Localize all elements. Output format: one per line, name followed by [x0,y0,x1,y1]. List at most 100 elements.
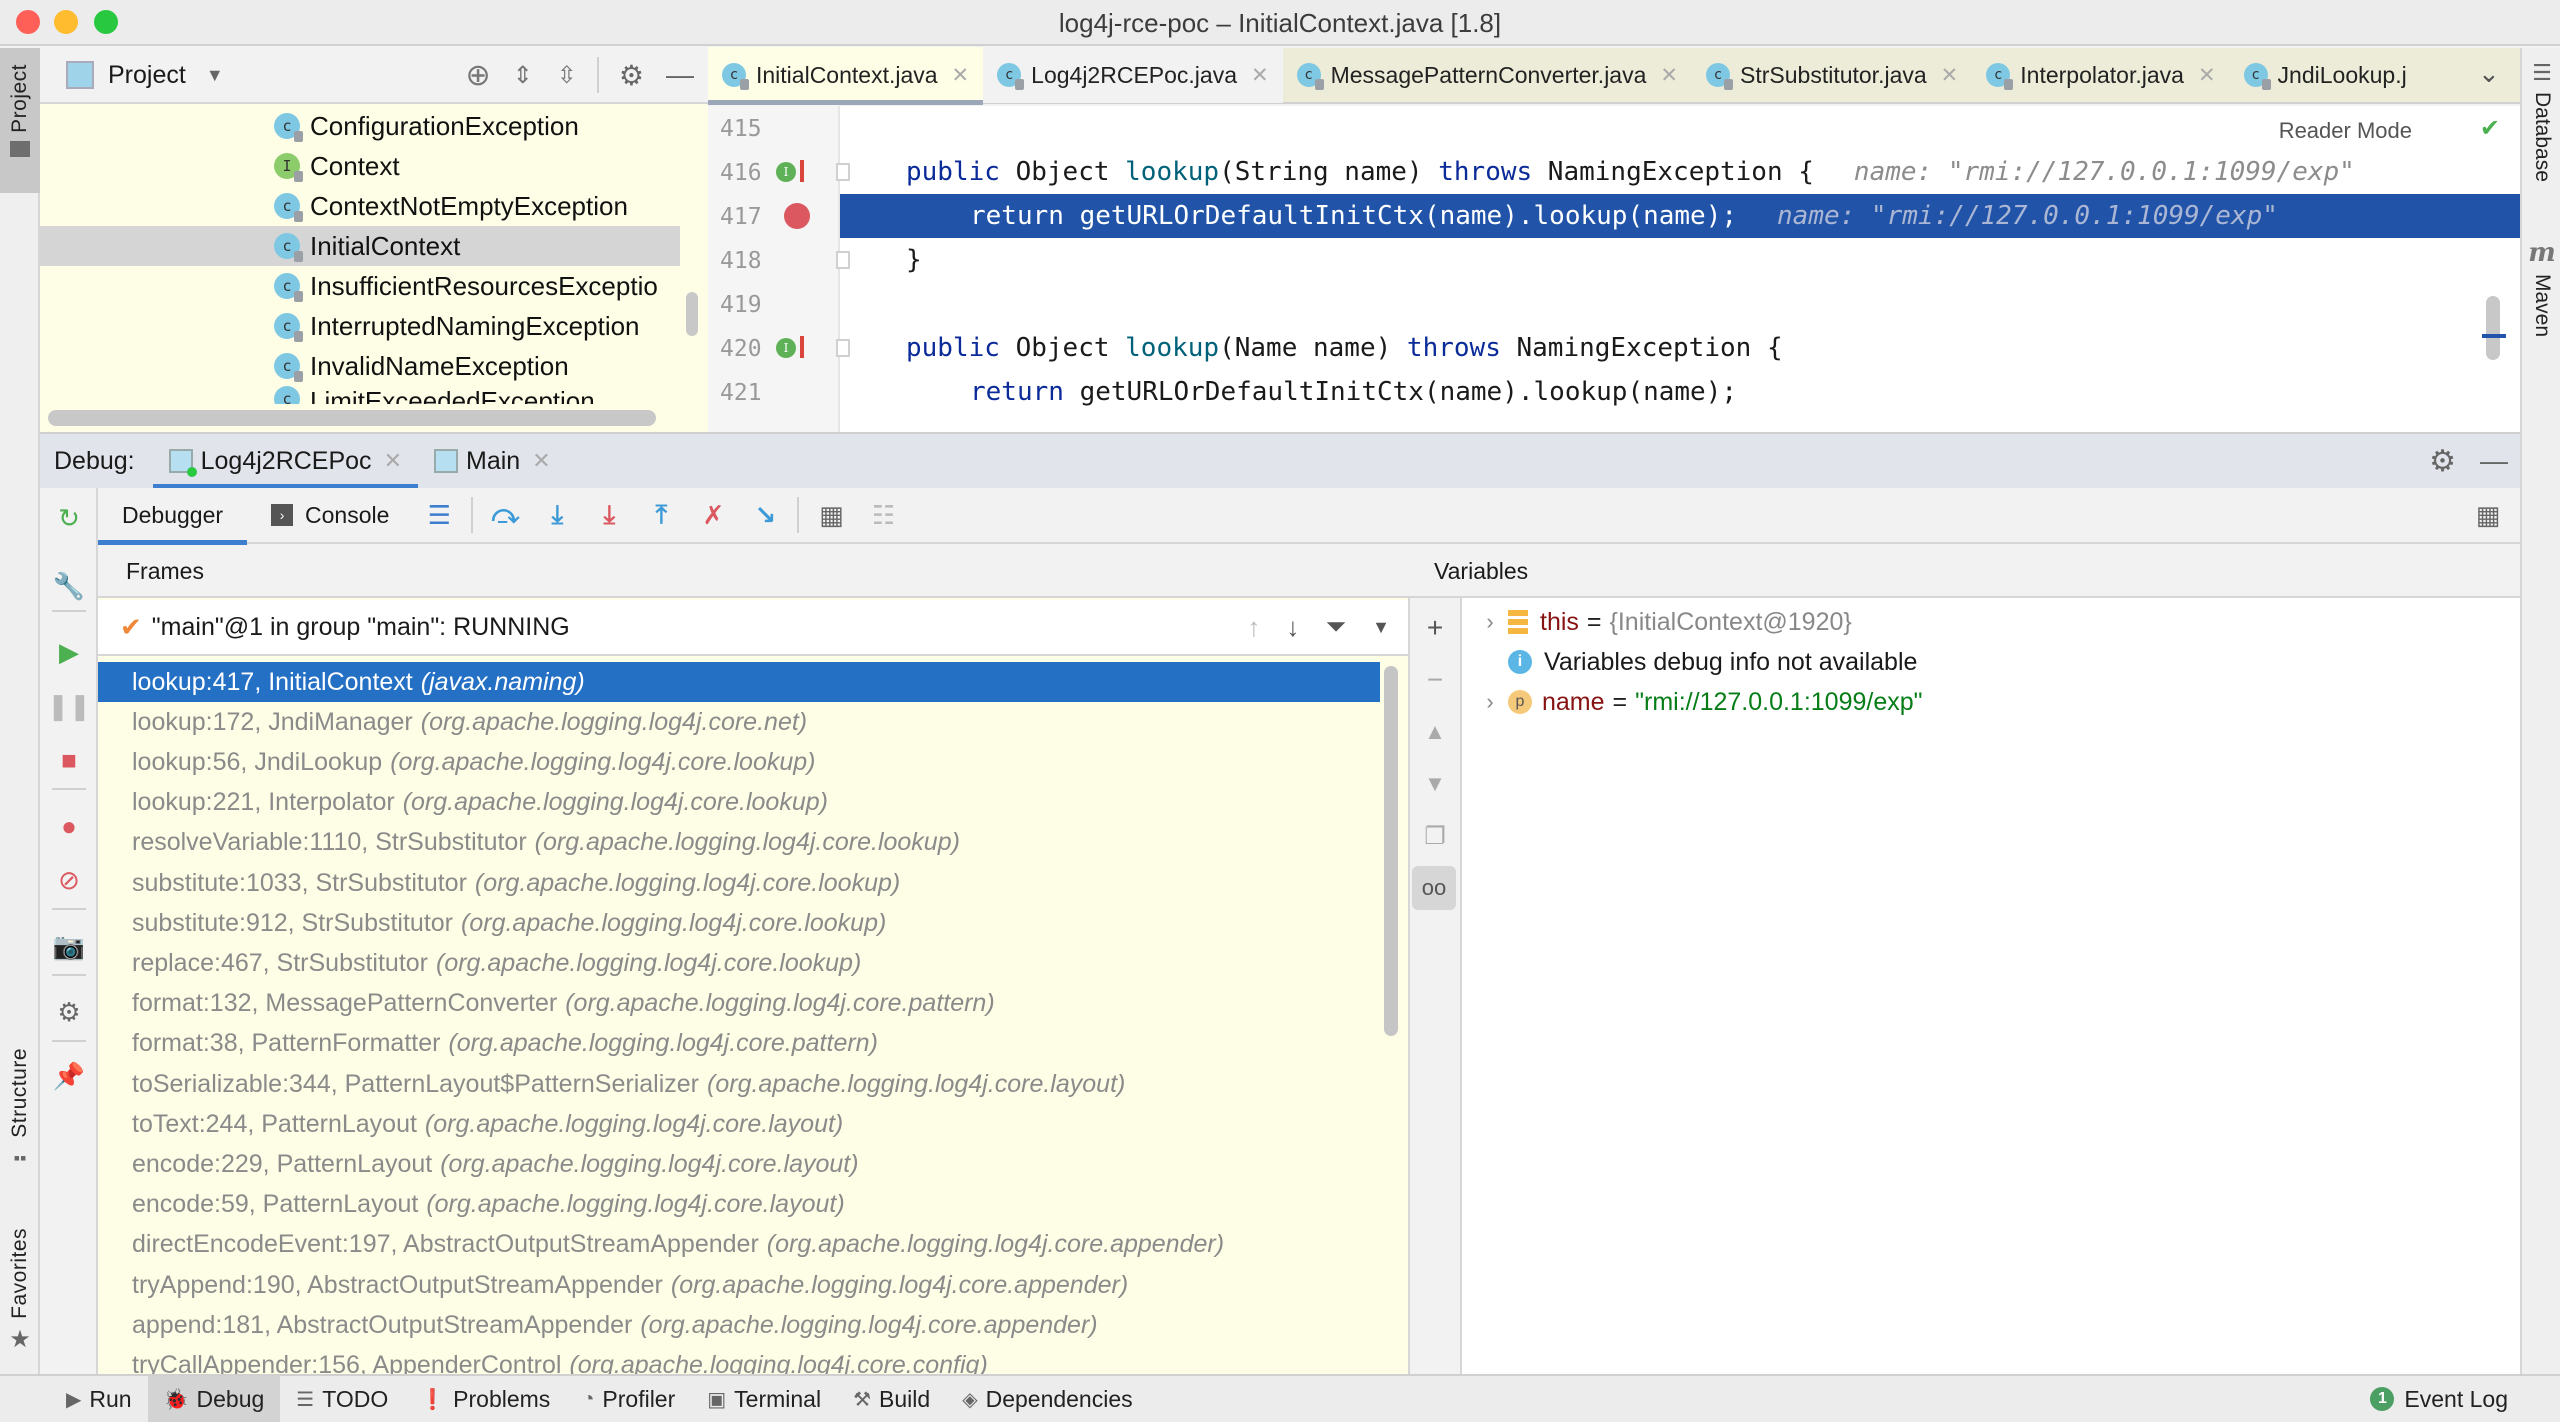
evaluate-expression-icon[interactable]: ▦ [805,487,857,543]
move-up-icon[interactable]: ▲ [1410,710,1460,754]
layout-settings-icon[interactable]: ▦ [2462,487,2514,543]
tree-item[interactable]: c InsufficientResourcesExceptio [40,266,680,306]
filter-icon[interactable]: ⏷ [1325,611,1346,643]
close-tab-icon[interactable]: ✕ [1251,63,1269,88]
more-tabs-chevron-icon[interactable]: ⌄ [2478,58,2500,89]
stack-frame[interactable]: substitute:912, StrSubstitutor (org.apach… [98,903,1380,943]
stack-frame[interactable]: toSerializable:344, PatternLayout$Patter… [98,1064,1380,1104]
tool-window-structure[interactable]: Structure ▪▪ [0,1048,40,1228]
stack-frame[interactable]: lookup:172, JndiManager (org.apache.loggi… [98,702,1380,742]
stack-frame[interactable]: lookup:417, InitialContext (javax.naming) [98,662,1380,702]
inspection-ok-icon[interactable]: ✔ [2480,114,2500,143]
code-line[interactable]: public Object lookup (String name) throws… [840,150,2520,194]
code-line[interactable]: } [840,238,2520,282]
tree-item[interactable]: c InterruptedNamingException [40,306,680,346]
breakpoint-icon[interactable] [784,203,810,229]
remove-watch-icon[interactable]: − [1410,658,1460,702]
tool-window-run[interactable]: ▶ Run [50,1376,148,1422]
locate-icon[interactable]: ⊕ [466,58,491,93]
move-down-icon[interactable]: ▼ [1410,762,1460,806]
show-watches-icon[interactable]: oo [1412,866,1456,910]
code-editor[interactable]: 415 416 417 418 419 420 421 I I Reader Mode ✔ pu… [708,106,2520,432]
force-step-into-icon[interactable]: ⤓ [583,487,635,543]
code-line[interactable]: return getURLOrDefaultInitCtx(name).look… [840,370,2520,414]
rerun-icon[interactable]: ↻ [40,496,98,540]
stack-frame[interactable]: resolveVariable:1110, StrSubstitutor (org… [98,823,1380,863]
close-icon[interactable]: ✕ [532,448,550,474]
editor-tab[interactable]: c JndiLookup.j [2230,47,2421,103]
expand-chevron-icon[interactable]: › [1472,689,1508,715]
tab-debugger[interactable]: Debugger [98,487,248,545]
stack-frame[interactable]: encode:229, PatternLayout (org.apache.log… [98,1144,1380,1184]
stack-frame[interactable]: encode:59, PatternLayout (org.apache.logg… [98,1185,1380,1225]
collapse-all-icon[interactable]: ⇳ [557,61,577,90]
stack-frame[interactable]: toText:244, PatternLayout (org.apache.log… [98,1104,1380,1144]
gear-icon[interactable]: ⚙ [619,59,644,92]
close-tab-icon[interactable]: ✕ [2198,63,2216,88]
variable-row-name[interactable]: › p name = "rmi://127.0.0.1:1099/exp" [1472,682,1922,722]
tab-console[interactable]: › Console [247,487,413,543]
implements-icon[interactable]: I [776,338,796,358]
mute-breakpoints-icon[interactable]: ⊘ [40,858,98,902]
tool-window-build[interactable]: ⚒ Build [837,1376,946,1422]
editor-tab[interactable]: c MessagePatternConverter.java ✕ [1283,47,1692,103]
chevron-down-icon[interactable]: ▼ [1372,617,1390,638]
expand-chevron-icon[interactable]: › [1472,609,1508,635]
event-log-button[interactable]: 1 Event Log [2354,1376,2524,1422]
tool-window-project[interactable]: Project [0,48,40,193]
previous-frame-icon[interactable]: ↑ [1247,612,1260,643]
tool-window-maven[interactable]: m Maven [2522,238,2560,337]
tool-window-terminal[interactable]: ▣ Terminal [691,1376,837,1422]
trace-stream-icon[interactable]: ☷ [857,487,909,543]
stop-icon[interactable]: ■ [40,738,98,782]
stack-frame[interactable]: format:132, MessagePatternConverter (org.… [98,984,1380,1024]
step-into-icon[interactable]: ⤓ [531,487,583,543]
close-tab-icon[interactable]: ✕ [1660,63,1678,88]
thread-selector[interactable]: ✔ "main"@1 in group "main": RUNNING ↑ ↓ … [98,600,1408,656]
stack-frame[interactable]: replace:467, StrSubstitutor (org.apache.l… [98,943,1380,983]
variable-row-this[interactable]: › this = {InitialContext@1920} [1472,602,1851,642]
close-tab-icon[interactable]: ✕ [952,63,970,88]
hide-panel-icon[interactable]: — [2480,445,2508,477]
project-view-selector[interactable]: Project [108,61,186,90]
drop-frame-icon[interactable]: ✗ [687,487,739,543]
gear-icon[interactable]: ⚙ [2429,444,2456,479]
tree-item[interactable]: c ContextNotEmptyException [40,186,680,226]
run-to-cursor-icon[interactable]: ↘ [739,487,791,543]
settings-icon[interactable]: ⚙ [40,990,98,1034]
tree-item[interactable]: c InitialContext [40,226,680,266]
tree-item[interactable]: c InvalidNameException [40,346,680,386]
editor-tab[interactable]: c InitialContext.java ✕ [708,47,984,105]
execution-point-line[interactable]: return getURLOrDefaultInitCtx(name).look… [840,194,2520,238]
hide-panel-icon[interactable]: — [666,59,694,91]
frames-scrollbar[interactable] [1384,666,1398,1036]
horizontal-scrollbar[interactable] [48,410,656,426]
stack-frame[interactable]: append:181, AbstractOutputStreamAppender… [98,1305,1380,1345]
editor-tab[interactable]: c Log4j2RCEPoc.java ✕ [983,47,1283,103]
stack-frame[interactable]: substitute:1033, StrSubstitutor (org.apac… [98,863,1380,903]
implements-icon[interactable]: I [776,162,796,182]
show-execution-point-icon[interactable]: ☰ [413,487,465,543]
debug-session-tab-log4j2rcepoc[interactable]: Log4j2RCEPoc ✕ [152,433,419,489]
tree-item[interactable]: c ConfigurationException [40,106,680,146]
tool-window-problems[interactable]: ❗ Problems [404,1376,566,1422]
resume-icon[interactable]: ▶ [40,630,98,674]
step-over-icon[interactable]: ⤼ [479,487,531,543]
reader-mode-button[interactable]: Reader Mode [2279,118,2412,144]
tool-window-database[interactable]: ☰ Database [2522,60,2560,182]
tool-window-profiler[interactable]: ◔ Profiler [566,1376,691,1422]
close-icon[interactable]: ✕ [384,448,402,474]
view-breakpoints-icon[interactable]: ● [40,804,98,848]
close-tab-icon[interactable]: ✕ [1941,63,1959,88]
stack-frame[interactable]: lookup:221, Interpolator (org.apache.logg… [98,783,1380,823]
add-watch-icon[interactable]: + [1410,606,1460,650]
tree-item[interactable]: I Context [40,146,680,186]
editor-gutter[interactable]: 415 416 417 418 419 420 421 I I [708,106,840,432]
camera-icon[interactable]: 📷 [40,924,98,968]
debug-session-tab-main[interactable]: Main ✕ [418,433,567,489]
wrench-icon[interactable]: 🔧 [40,564,98,608]
duplicate-watch-icon[interactable]: ❐ [1410,814,1460,858]
tool-window-debug[interactable]: 🐞 Debug [147,1376,281,1422]
step-out-icon[interactable]: ⤒ [635,487,687,543]
stack-frame[interactable]: directEncodeEvent:197, AbstractOutputStr… [98,1225,1380,1265]
